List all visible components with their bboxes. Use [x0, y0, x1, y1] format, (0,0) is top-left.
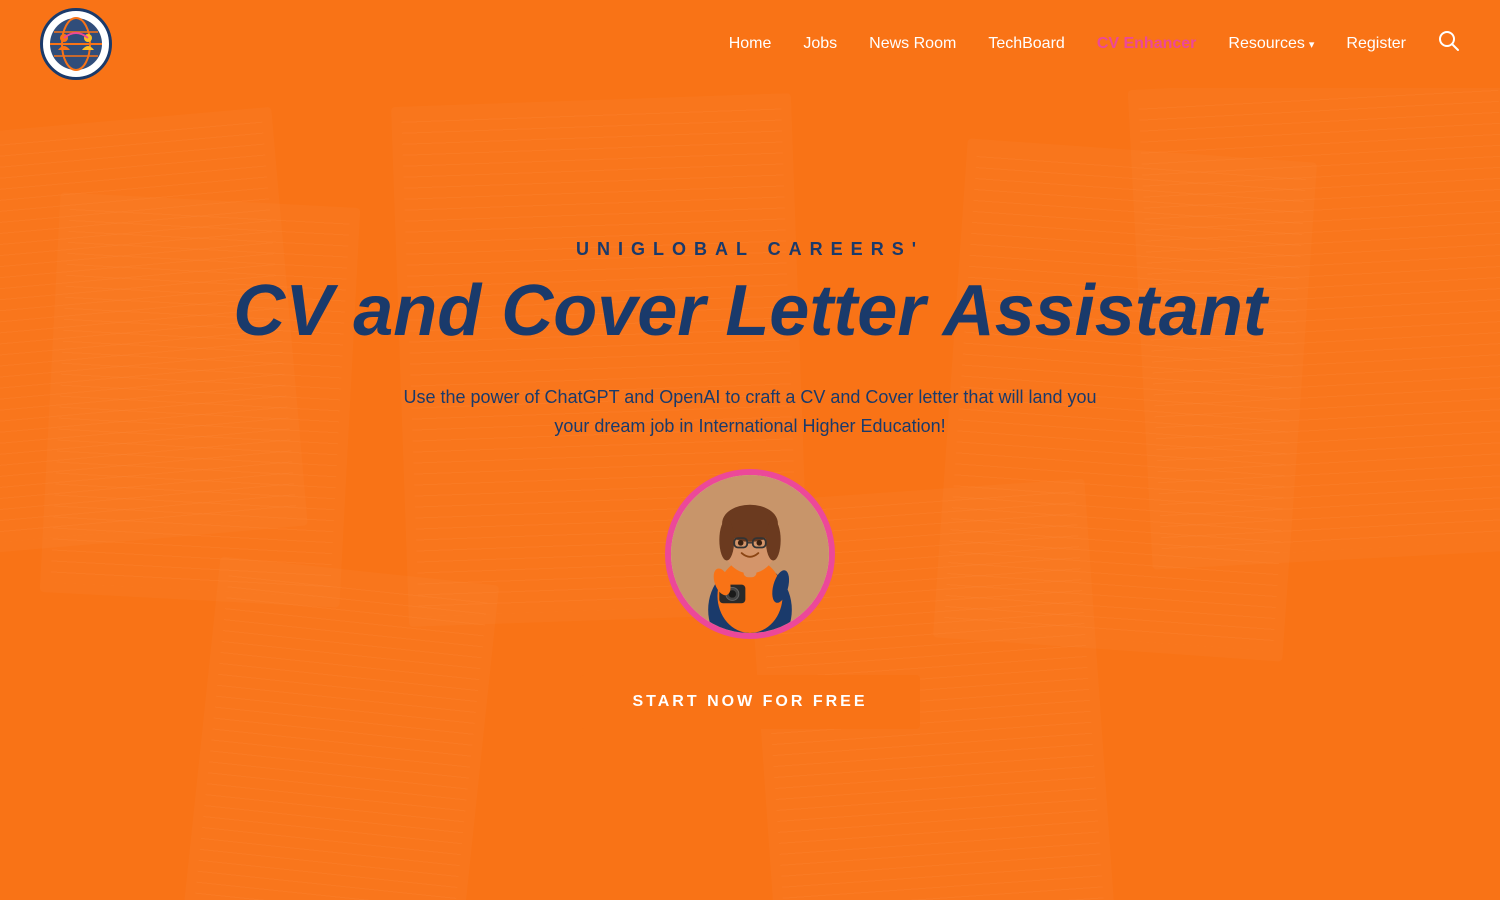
logo[interactable] — [40, 8, 112, 80]
nav-jobs[interactable]: Jobs — [803, 35, 837, 53]
logo-icon — [44, 12, 108, 76]
search-icon — [1438, 30, 1460, 52]
nav-home[interactable]: Home — [729, 35, 772, 53]
avatar-image — [671, 475, 829, 633]
start-now-button[interactable]: START NOW FOR FREE — [580, 675, 919, 729]
main-nav: Home Jobs News Room TechBoard CV Enhance… — [729, 30, 1460, 58]
site-header: Home Jobs News Room TechBoard CV Enhance… — [0, 0, 1500, 88]
nav-resources[interactable]: Resources ▾ — [1228, 35, 1314, 53]
logo-area[interactable] — [40, 8, 112, 80]
nav-register[interactable]: Register — [1346, 35, 1406, 53]
hero-description: Use the power of ChatGPT and OpenAI to c… — [403, 383, 1096, 441]
hero-content: UNIGLOBAL CAREERS' CV and Cover Letter A… — [0, 88, 1500, 900]
avatar — [665, 469, 835, 639]
search-button[interactable] — [1438, 30, 1460, 58]
hero-title: CV and Cover Letter Assistant — [233, 272, 1267, 351]
hero-subtitle: UNIGLOBAL CAREERS' — [576, 239, 924, 260]
nav-news-room[interactable]: News Room — [869, 35, 956, 53]
resources-chevron-icon: ▾ — [1309, 38, 1315, 51]
nav-cv-enhancer[interactable]: CV Enhancer — [1097, 35, 1197, 53]
nav-techboard[interactable]: TechBoard — [988, 35, 1065, 53]
